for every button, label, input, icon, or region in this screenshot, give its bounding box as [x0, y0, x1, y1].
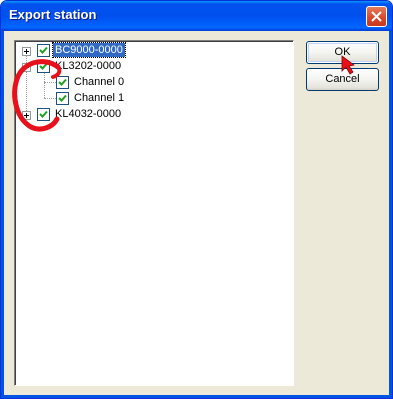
tree-item-label: KL4032-0000	[55, 108, 122, 120]
tree-item-label: BC9000-0000	[52, 42, 126, 58]
checkmark-icon	[58, 94, 67, 102]
window-title: Export station	[9, 7, 97, 22]
checkmark-icon	[58, 78, 67, 86]
window-frame-right	[389, 31, 392, 398]
window-frame-left	[1, 31, 4, 398]
ok-button[interactable]: OK	[306, 41, 379, 64]
tree-item-bc9000[interactable]: BC9000-0000	[15, 42, 285, 59]
expand-icon[interactable]	[22, 111, 31, 120]
tree-item-label: Channel 0	[74, 76, 125, 88]
tree-item-label: KL3202-0000	[55, 60, 122, 72]
checkmark-icon	[39, 46, 48, 54]
checkbox-channel-0[interactable]	[56, 76, 69, 89]
checkbox-channel-1[interactable]	[56, 92, 69, 105]
close-button[interactable]	[366, 6, 387, 27]
collapse-icon[interactable]	[22, 63, 31, 72]
checkbox-kl4032[interactable]	[37, 108, 50, 121]
ok-button-label: OK	[334, 46, 351, 58]
window-frame-bottom	[1, 395, 392, 398]
close-icon	[371, 11, 382, 22]
checkmark-icon	[39, 110, 48, 118]
tree-item-label: Channel 1	[74, 92, 125, 104]
export-station-dialog: Export station BC9000-0000 KL3202-0000 C…	[0, 0, 393, 399]
station-tree[interactable]: BC9000-0000 KL3202-0000 Channel 0 Channe…	[14, 40, 294, 386]
tree-item-channel-1[interactable]: Channel 1	[15, 91, 285, 107]
title-bar[interactable]: Export station	[1, 1, 392, 31]
cancel-button[interactable]: Cancel	[306, 68, 379, 91]
cancel-button-label: Cancel	[325, 73, 360, 85]
checkbox-kl3202[interactable]	[37, 60, 50, 73]
tree-item-kl4032[interactable]: KL4032-0000	[15, 107, 285, 123]
tree-item-channel-0[interactable]: Channel 0	[15, 75, 285, 91]
tree-item-kl3202[interactable]: KL3202-0000	[15, 59, 285, 75]
checkbox-bc9000[interactable]	[37, 44, 50, 57]
checkmark-icon	[39, 62, 48, 70]
expand-icon[interactable]	[22, 47, 31, 56]
